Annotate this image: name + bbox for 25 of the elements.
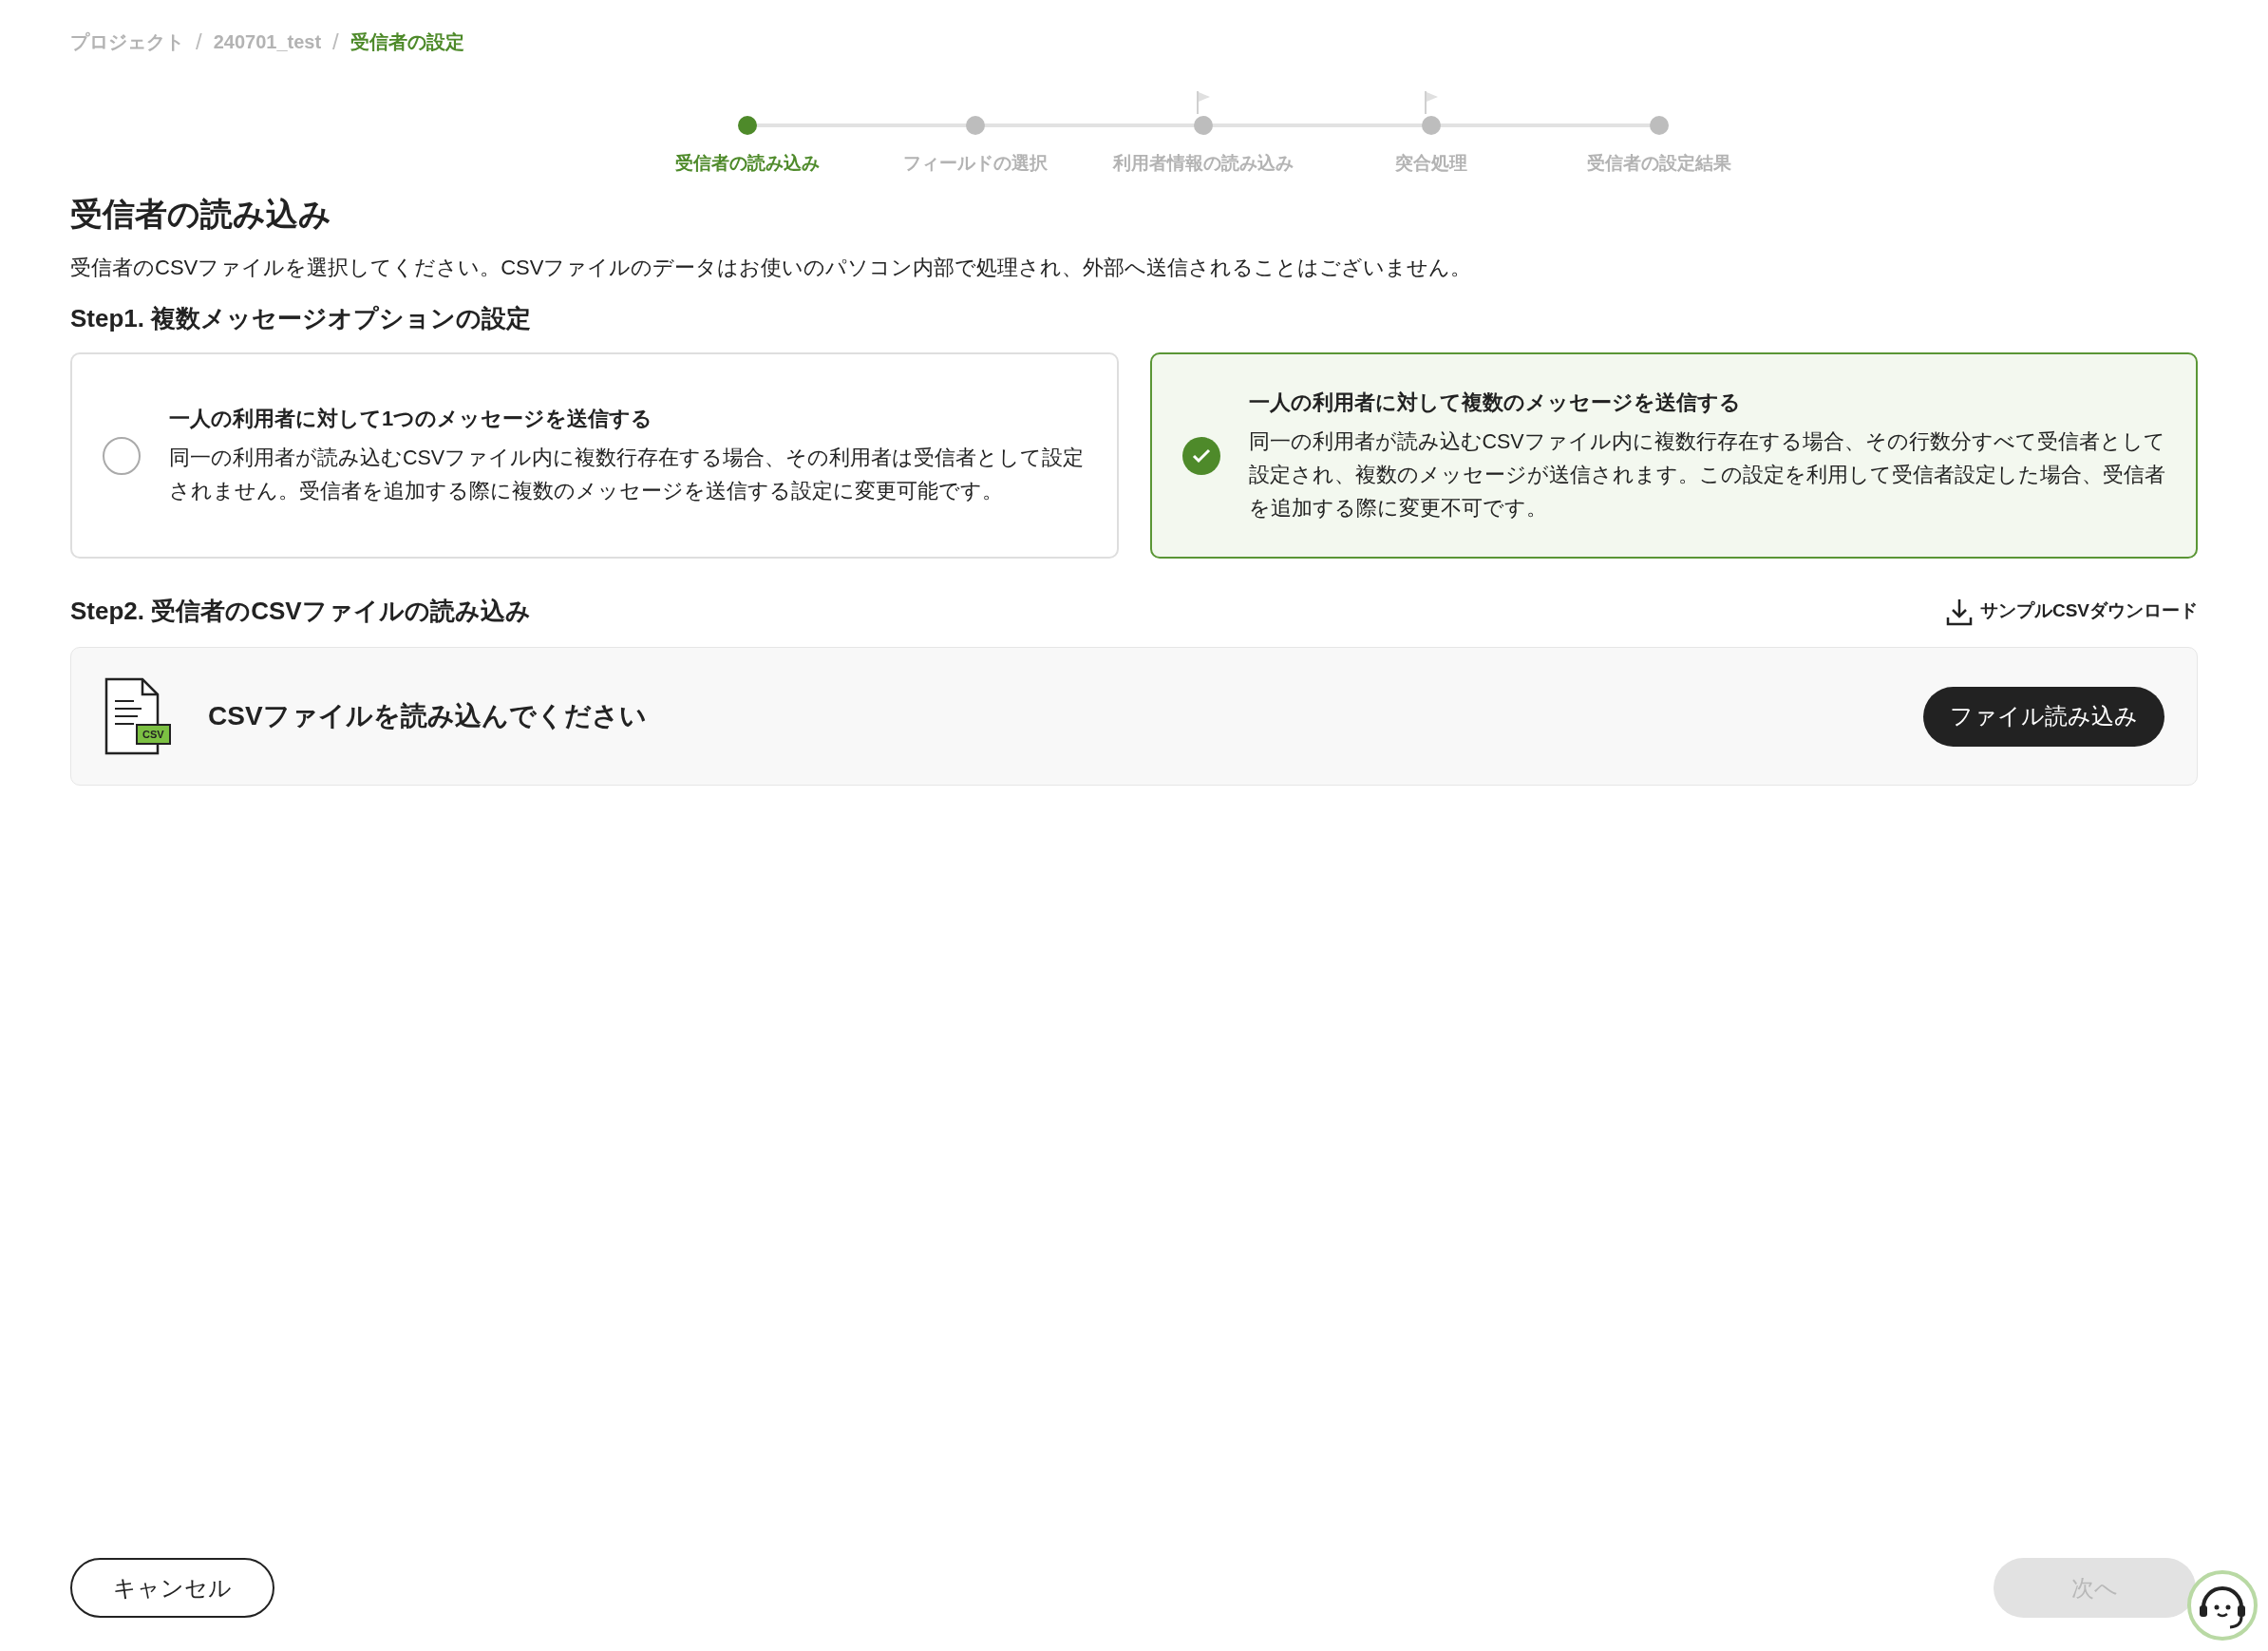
option-card[interactable]: 一人の利用者に対して1つのメッセージを送信する 同一の利用者が読み込むCSVファイル内に複数行存在する場合、その利用者は受信者として設定されません。受信者を追加する際に複数のメッセージを送信する設定に変更可能です。: [70, 352, 1119, 559]
file-upload-button[interactable]: ファイル読み込み: [1923, 686, 2164, 747]
step-label: フィールドの選択: [903, 152, 1048, 175]
radio-checked-icon: [1181, 436, 1220, 475]
support-chat-icon[interactable]: [2186, 1569, 2259, 1642]
radio-icon: [103, 436, 141, 475]
upload-prompt: CSVファイルを読み込んでください: [208, 700, 647, 732]
option-card[interactable]: 一人の利用者に対して複数のメッセージを送信する 同一の利用者が読み込むCSVファイル内に複数行存在する場合、その行数分すべて受信者として設定され、複数のメッセージが送信されます。この設定を利用して受信者設定した場合、受信者を追加する際に変更不可です。: [1149, 352, 2198, 559]
cancel-button[interactable]: キャンセル: [70, 1558, 274, 1618]
option-title: 一人の利用者に対して複数のメッセージを送信する: [1248, 389, 1742, 416]
breadcrumb-separator: /: [196, 28, 202, 56]
option-title: 一人の利用者に対して1つのメッセージを送信する: [169, 406, 654, 432]
section-heading: Step2. 受信者のCSVファイルの読み込み: [70, 596, 531, 627]
option-description: 同一の利用者が読み込むCSVファイル内に複数行存在する場合、その行数分すべて受信者として設定され、複数のメッセージが送信されます。この設定を利用して受信者設定した場合、受信者を追加する際に変更不可です。: [1248, 428, 2166, 522]
step-label: 受信者の読み込み: [675, 152, 820, 175]
step-label: 利用者情報の読み込み: [1113, 152, 1294, 175]
step-label: 受信者の設定結果: [1587, 152, 1731, 175]
page-title: 受信者の読み込み: [70, 195, 332, 234]
breadcrumb-separator: /: [332, 28, 339, 56]
option-description: 同一の利用者が読み込むCSVファイル内に複数行存在する場合、その利用者は受信者として設定されません。受信者を追加する際に複数のメッセージを送信する設定に変更可能です。: [169, 446, 1086, 504]
description: 受信者のCSVファイルを選択してください。CSVファイルのデータはお使いのパソコン内部で処理され、外部へ送信されることはございません。: [70, 255, 1473, 281]
section-heading: Step1. 複数メッセージオプションの設定: [70, 303, 533, 334]
download-link[interactable]: サンプルCSVダウンロード: [1943, 596, 2198, 627]
step-label: 突合処理: [1395, 152, 1467, 175]
breadcrumb-current: 受信者の設定: [350, 30, 464, 54]
